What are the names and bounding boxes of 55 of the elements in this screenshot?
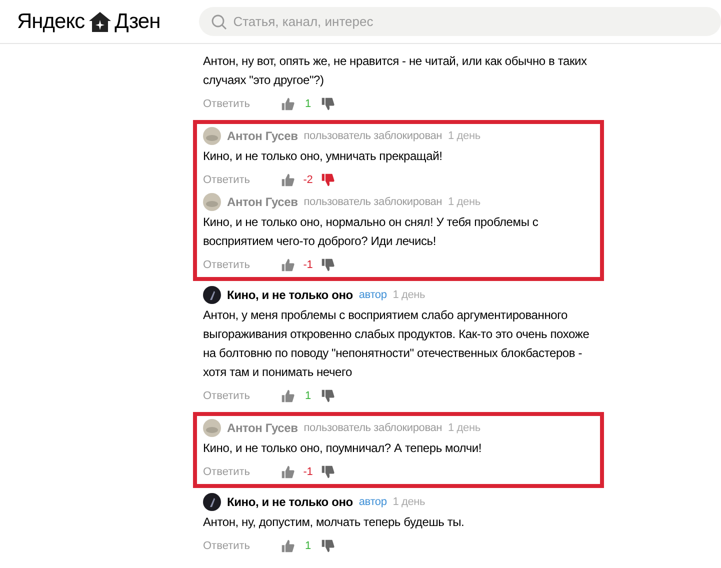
thumbs-down-icon[interactable] — [321, 465, 335, 479]
reply-link[interactable]: Ответить — [203, 388, 281, 404]
avatar — [203, 127, 221, 145]
reply-link[interactable]: Ответить — [203, 256, 281, 274]
thumbs-up-icon[interactable] — [281, 389, 295, 403]
vote-score: 1 — [304, 538, 312, 554]
author-label: автор — [358, 288, 387, 303]
search-field[interactable]: Статья, канал, интерес — [199, 7, 721, 36]
comment-time: 1 день — [392, 288, 426, 303]
thumbs-up-icon[interactable] — [281, 173, 295, 187]
comment-text: Антон, ну, допустим, молчать теперь будешь ты. — [203, 514, 466, 531]
comment-text: Кино, и не только оно, умничать прекращай! — [203, 148, 444, 165]
house-logo-icon — [88, 12, 111, 32]
author-name[interactable]: Кино, и не только оно — [227, 286, 353, 304]
thumbs-down-icon[interactable] — [321, 97, 335, 111]
reply-link[interactable]: Ответить — [203, 464, 281, 480]
logo-text: Яндекс — [17, 11, 85, 32]
vote-score: -1 — [302, 464, 314, 480]
comment-time: 1 день — [448, 128, 480, 144]
vote-score: 1 — [304, 96, 312, 112]
author-name[interactable]: Антон Гусев — [227, 193, 298, 211]
comment-text: Кино, и не только оно, нормально он снял! У тебя проблемы с восприятием чего-то доброго? Иди лечись! — [203, 214, 540, 250]
avatar — [203, 419, 221, 437]
thumbs-up-icon[interactable] — [281, 539, 295, 553]
comment-time: 1 день — [392, 494, 426, 510]
reply-link[interactable]: Ответить — [203, 96, 281, 112]
blocked-label: пользователь заблокирован — [304, 420, 442, 436]
comment-text: Антон, ну вот, опять же, не нравится - не читай, или как обычно в таких случаях "это другое"?) — [203, 53, 588, 89]
author-name[interactable]: Кино, и не только оно — [227, 493, 353, 511]
thumbs-down-icon[interactable] — [321, 539, 335, 553]
thumbs-down-icon[interactable] — [321, 258, 335, 272]
thumbs-up-icon[interactable] — [281, 97, 295, 111]
blocked-label: пользователь заблокирован — [304, 128, 442, 144]
comment-text: Кино, и не только оно, поумничал? А теперь молчи! — [203, 440, 483, 457]
blocked-label: пользователь заблокирован — [304, 194, 442, 210]
reply-link[interactable]: Ответить — [203, 172, 281, 188]
comment-time: 1 день — [448, 420, 480, 436]
thumbs-down-icon[interactable] — [321, 389, 335, 403]
thumbs-up-icon[interactable] — [281, 258, 295, 272]
comment-text: Антон, у меня проблемы с восприятием слабо аргументированного выгораживания откровенно слабых продуктов. Как-то это очень похоже на болтовню по поводу "непонятности" отечественных блокбастеров - хотя там и понимать нечего — [203, 307, 590, 381]
vote-score: 1 — [304, 388, 312, 404]
author-name[interactable]: Антон Гусев — [227, 127, 298, 145]
avatar — [203, 193, 221, 211]
comment-time: 1 день — [448, 194, 480, 210]
avatar — [203, 493, 221, 511]
author-name[interactable]: Антон Гусев — [227, 419, 298, 437]
thumbs-down-icon[interactable] — [321, 173, 335, 187]
author-label: автор — [358, 494, 387, 510]
vote-score: -1 — [302, 258, 314, 273]
logo-text: Дзен — [114, 11, 160, 32]
vote-score: -2 — [302, 172, 314, 188]
avatar — [203, 286, 221, 304]
search-icon — [211, 14, 228, 30]
reply-link[interactable]: Ответить — [203, 538, 281, 554]
thumbs-up-icon[interactable] — [281, 465, 295, 479]
